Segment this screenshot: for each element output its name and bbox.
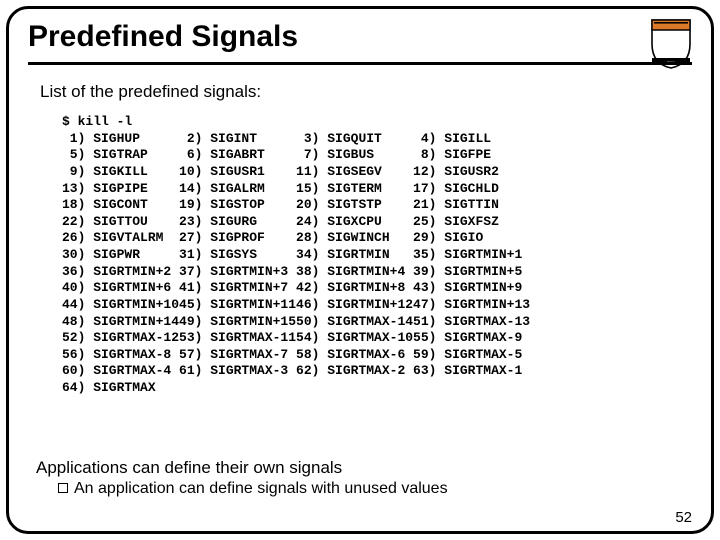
intro-text: List of the predefined signals: [40,82,690,102]
footer-line-1: Applications can define their own signal… [36,458,448,478]
footer-line-2: An application can define signals with u… [74,480,448,497]
hollow-square-bullet-icon [58,483,68,493]
slide-title: Predefined Signals [28,20,692,54]
signal-listing: $ kill -l 1) SIGHUP 2) SIGINT 3) SIGQUIT… [62,114,690,397]
footer-sub-bullet: An application can define signals with u… [58,480,448,498]
footer-section: Applications can define their own signal… [36,458,448,498]
title-underline [28,62,692,65]
page-number: 52 [675,509,692,526]
